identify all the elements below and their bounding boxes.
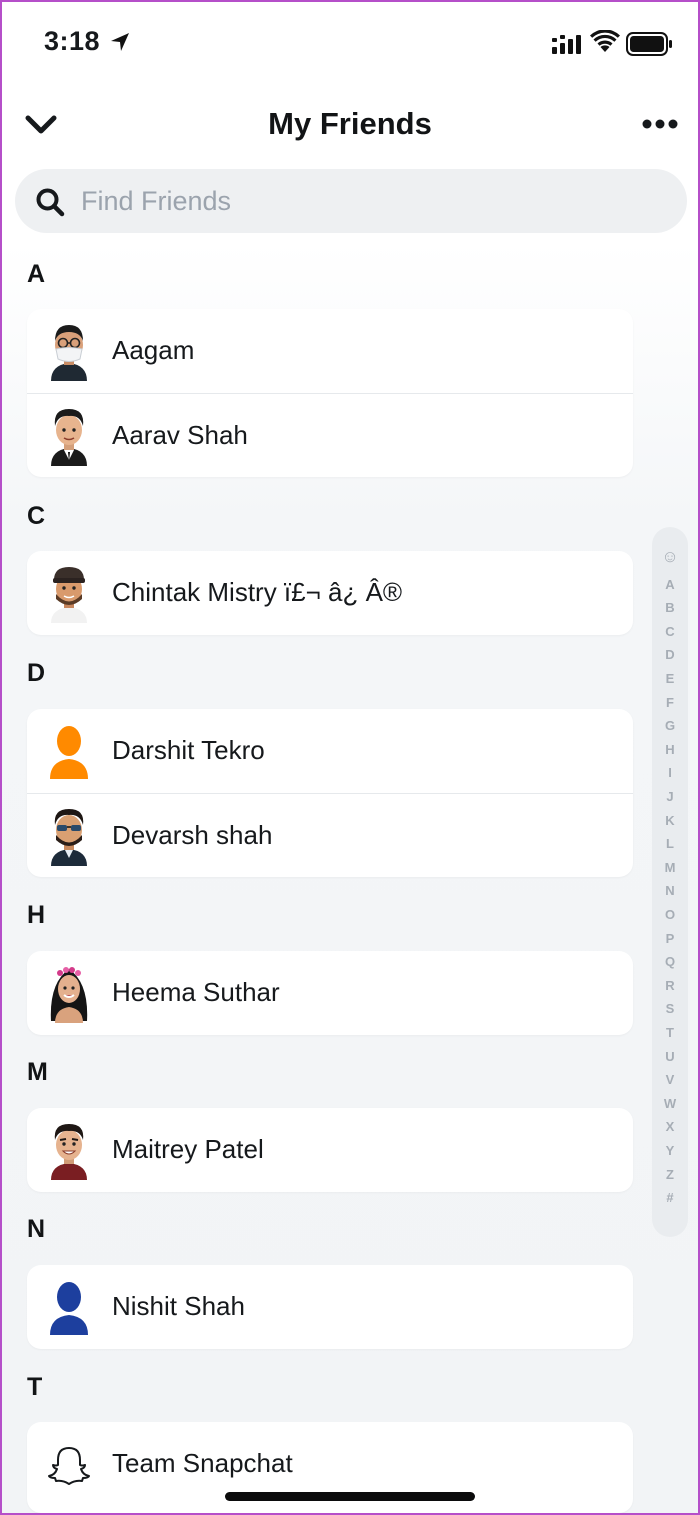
friend-list-card: Maitrey Patel bbox=[27, 1108, 633, 1192]
friend-list-card: Chintak Mistry ï£¬ â¿ Â® bbox=[27, 551, 633, 635]
alpha-index-letter[interactable]: K bbox=[652, 813, 688, 829]
alpha-index-letter[interactable]: S bbox=[652, 1001, 688, 1017]
alpha-index-letter[interactable]: H bbox=[652, 742, 688, 758]
battery-icon bbox=[626, 32, 672, 56]
default-avatar-silhouette-icon bbox=[50, 1282, 88, 1335]
section-header-t: T bbox=[27, 1373, 43, 1401]
alphabet-index[interactable]: ☺ A B C D E F G H I J K L M N O P Q R S T U V W X Y Z # bbox=[652, 527, 688, 1237]
alpha-index-letter[interactable]: X bbox=[652, 1119, 688, 1135]
alpha-index-letter[interactable]: E bbox=[652, 671, 688, 687]
status-bar: 3:18 bbox=[2, 2, 698, 82]
section-header-c: C bbox=[27, 502, 46, 530]
friend-list-card: Nishit Shah bbox=[27, 1265, 633, 1349]
alpha-index-letter[interactable]: D bbox=[652, 647, 688, 663]
search-icon bbox=[36, 188, 65, 217]
alpha-index-letter[interactable]: M bbox=[652, 860, 688, 876]
header: My Friends bbox=[2, 94, 698, 154]
alpha-index-emoji[interactable]: ☺ bbox=[652, 548, 688, 565]
section-header-h: H bbox=[27, 901, 46, 929]
bitmoji-avatar-icon bbox=[51, 409, 87, 466]
cellular-signal-icon bbox=[552, 35, 581, 54]
section-header-m: M bbox=[27, 1058, 48, 1086]
alpha-index-letter[interactable]: J bbox=[652, 789, 688, 805]
friend-name: Nishit Shah bbox=[112, 1291, 245, 1321]
search-bar[interactable] bbox=[15, 169, 687, 233]
section-header-n: N bbox=[27, 1215, 46, 1243]
friend-row-darshit-tekro[interactable]: Darshit Tekro bbox=[27, 709, 633, 793]
snapchat-ghost-icon bbox=[48, 1447, 90, 1485]
alpha-index-letter[interactable]: U bbox=[652, 1049, 688, 1065]
friend-name: Team Snapchat bbox=[112, 1448, 293, 1478]
alpha-index-letter[interactable]: G bbox=[652, 718, 688, 734]
friend-name: Devarsh shah bbox=[112, 820, 273, 850]
bitmoji-avatar-icon bbox=[51, 567, 87, 623]
more-options-icon[interactable] bbox=[642, 118, 678, 130]
friend-row-aarav-shah[interactable]: Aarav Shah bbox=[27, 393, 633, 477]
friend-row-maitrey-patel[interactable]: Maitrey Patel bbox=[27, 1108, 633, 1192]
friend-name: Chintak Mistry ï£¬ â¿ Â® bbox=[112, 577, 403, 607]
alpha-index-letter[interactable]: B bbox=[652, 600, 688, 616]
alpha-index-letter[interactable]: V bbox=[652, 1072, 688, 1088]
home-indicator[interactable] bbox=[225, 1492, 475, 1501]
friend-name: Aagam bbox=[112, 335, 195, 365]
page-title: My Friends bbox=[268, 106, 432, 141]
search-input[interactable] bbox=[81, 181, 641, 221]
friend-row-chintak-mistry[interactable]: Chintak Mistry ï£¬ â¿ Â® bbox=[27, 551, 633, 635]
friend-list-card: Darshit Tekro Devarsh shah bbox=[27, 709, 633, 877]
alpha-index-letter[interactable]: Z bbox=[652, 1167, 688, 1183]
friend-row-aagam[interactable]: Aagam bbox=[27, 309, 633, 393]
alpha-index-letter[interactable]: W bbox=[652, 1096, 688, 1112]
alpha-index-letter[interactable]: A bbox=[652, 577, 688, 593]
bitmoji-avatar-icon bbox=[51, 809, 87, 866]
friend-row-devarsh-shah[interactable]: Devarsh shah bbox=[27, 793, 633, 877]
alpha-index-letter[interactable]: # bbox=[652, 1190, 688, 1206]
bitmoji-avatar-icon bbox=[51, 325, 87, 381]
default-avatar-silhouette-icon bbox=[50, 726, 88, 779]
alpha-index-letter[interactable]: O bbox=[652, 907, 688, 923]
friend-list-card: Heema Suthar bbox=[27, 951, 633, 1035]
location-arrow-icon bbox=[111, 33, 129, 51]
friends-screen: 3:18 My Friends Find Friends A Aagam Aar… bbox=[2, 2, 698, 1513]
alpha-index-letter[interactable]: C bbox=[652, 624, 688, 640]
section-header-d: D bbox=[27, 659, 46, 687]
alpha-index-letter[interactable]: Q bbox=[652, 954, 688, 970]
friend-list-card: Aagam Aarav Shah bbox=[27, 309, 633, 477]
friend-name: Maitrey Patel bbox=[112, 1134, 264, 1164]
bitmoji-avatar-icon bbox=[51, 1124, 87, 1180]
wifi-icon bbox=[590, 30, 620, 52]
friend-name: Heema Suthar bbox=[112, 977, 280, 1007]
alpha-index-letter[interactable]: L bbox=[652, 836, 688, 852]
alpha-index-letter[interactable]: I bbox=[652, 765, 688, 781]
friend-name: Darshit Tekro bbox=[112, 735, 265, 765]
alpha-index-letter[interactable]: R bbox=[652, 978, 688, 994]
alpha-index-letter[interactable]: N bbox=[652, 883, 688, 899]
alpha-index-letter[interactable]: Y bbox=[652, 1143, 688, 1159]
alpha-index-letter[interactable]: F bbox=[652, 695, 688, 711]
section-header-a: A bbox=[27, 260, 46, 288]
status-time: 3:18 bbox=[44, 26, 101, 56]
alpha-index-letter[interactable]: T bbox=[652, 1025, 688, 1041]
alpha-index-letter[interactable]: P bbox=[652, 931, 688, 947]
friend-row-nishit-shah[interactable]: Nishit Shah bbox=[27, 1265, 633, 1349]
friend-name: Aarav Shah bbox=[112, 420, 248, 450]
friend-row-heema-suthar[interactable]: Heema Suthar bbox=[27, 951, 633, 1035]
bitmoji-avatar-icon bbox=[50, 967, 88, 1023]
